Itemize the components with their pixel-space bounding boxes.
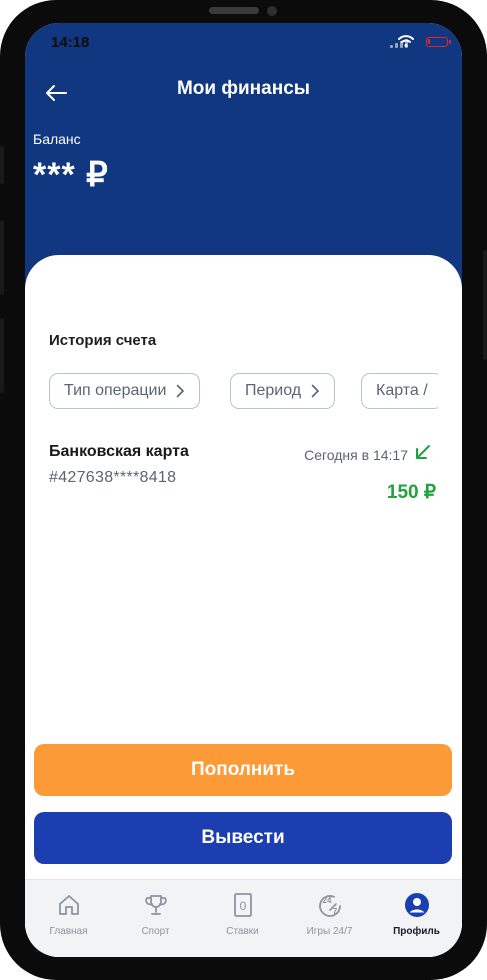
page-title: Мои финансы <box>176 78 310 99</box>
phone-frame: 14:18 Мои финансы Баланс *** ₽ История с… <box>0 0 487 980</box>
transaction-card-number: #427638****8418 <box>49 469 177 486</box>
chevron-right-icon <box>176 384 185 398</box>
balance-value: *** ₽ <box>33 156 109 194</box>
tab-games[interactable]: 24 7 Игры 24/7 <box>286 880 373 957</box>
tab-label: Главная <box>49 926 88 937</box>
power-button <box>483 250 487 360</box>
bottom-tab-bar: Главная Спорт 0 Ставки 24 7 Игры 24/7 Пр… <box>25 879 462 957</box>
header-area: 14:18 Мои финансы Баланс *** ₽ <box>25 23 462 293</box>
balance-label: Баланс <box>33 131 81 147</box>
betslip-count: 0 <box>239 899 246 913</box>
filter-label: Тип операции <box>64 382 167 399</box>
history-title: История счета <box>49 332 157 349</box>
filter-chips: Тип операции Период Карта / <box>49 373 438 411</box>
filter-label: Карта / <box>376 382 428 399</box>
filter-operation-type[interactable]: Тип операции <box>49 373 201 409</box>
transaction-name: Банковская карта <box>49 443 189 460</box>
volume-down-button <box>0 318 4 393</box>
deposit-button[interactable]: Пополнить <box>34 744 452 796</box>
tab-profile[interactable]: Профиль <box>373 880 460 957</box>
battery-icon <box>426 37 451 47</box>
chevron-right-icon <box>311 384 320 398</box>
arrow-down-left-icon <box>416 445 430 459</box>
front-camera <box>267 6 277 16</box>
wifi-icon <box>398 35 414 47</box>
games-badge: 24 <box>322 896 331 905</box>
tab-label: Спорт <box>141 926 170 937</box>
profile-icon <box>404 893 429 917</box>
speaker-grille <box>209 7 259 14</box>
filter-card[interactable]: Карта / <box>361 373 438 409</box>
transaction-amount: 150 ₽ <box>386 482 436 503</box>
screen: 14:18 Мои финансы Баланс *** ₽ История с… <box>25 23 462 957</box>
tab-bets[interactable]: 0 Ставки <box>199 880 286 957</box>
filter-label: Период <box>245 382 302 399</box>
status-time: 14:18 <box>51 34 90 51</box>
withdraw-button[interactable]: Вывести <box>34 812 452 864</box>
svg-text:7: 7 <box>332 907 337 916</box>
tab-sport[interactable]: Спорт <box>112 880 199 957</box>
tab-label: Профиль <box>393 926 440 937</box>
betslip-icon: 0 <box>233 893 252 917</box>
tab-label: Ставки <box>226 926 259 937</box>
tab-label: Игры 24/7 <box>306 926 353 937</box>
games-24-7-icon: 24 7 <box>318 895 341 917</box>
transaction-date: Сегодня в 14:17 <box>304 447 408 463</box>
trophy-icon <box>144 895 167 915</box>
filter-period[interactable]: Период <box>230 373 336 409</box>
mute-switch <box>0 146 4 184</box>
home-icon <box>58 895 79 915</box>
tab-home[interactable]: Главная <box>25 880 112 957</box>
volume-up-button <box>0 220 4 295</box>
